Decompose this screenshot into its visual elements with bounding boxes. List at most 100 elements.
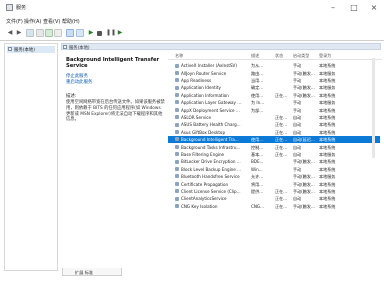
stop-service-link[interactable]: 停止此服务 bbox=[66, 74, 171, 79]
service-description-cell: 为部... bbox=[251, 107, 264, 113]
maximize-button[interactable]: □ bbox=[346, 3, 362, 13]
toolbar: ◀ ▶ ▶ ❚❚ ▶ bbox=[0, 27, 384, 39]
service-logon-cell: 本地系统 bbox=[319, 159, 336, 165]
service-row[interactable]: Application Identity 确定... 手动(触发... 本地服务 bbox=[168, 84, 380, 91]
start-service-icon[interactable]: ▶ bbox=[87, 29, 95, 37]
window-title: 服务 bbox=[16, 5, 27, 11]
service-row[interactable]: AppX Deployment Service ... 为部... 手动 本地系统 bbox=[168, 106, 380, 113]
restart-service-link[interactable]: 重启动此服务 bbox=[66, 80, 171, 85]
service-gear-icon bbox=[175, 70, 179, 75]
stop-service-icon[interactable] bbox=[97, 31, 102, 36]
column-description-header[interactable]: 描述 bbox=[251, 53, 259, 59]
service-row[interactable]: Asus GiftBox Desktop 正在... 自动 本地系统 bbox=[168, 129, 380, 136]
service-name-cell: Background Intelligent Tra... bbox=[181, 137, 239, 143]
service-gear-icon bbox=[175, 130, 179, 135]
service-description-cell: 使用... bbox=[251, 137, 264, 143]
service-description-cell: BDE... bbox=[251, 159, 264, 165]
extended-standard-tabs[interactable]: 扩展 标准 bbox=[75, 270, 93, 276]
service-name-cell: Bluetooth Handsfree Service bbox=[181, 174, 240, 180]
service-name-cell: App Readiness bbox=[181, 78, 212, 84]
column-startup-header[interactable]: 启动类型 bbox=[293, 53, 309, 59]
service-gear-icon bbox=[175, 78, 179, 83]
service-row[interactable]: Application Layer Gateway ... 为 In... 手动 本地… bbox=[168, 99, 380, 106]
service-row[interactable]: BitLocker Drive Encryption ... BDE... 手动(触… bbox=[168, 158, 380, 165]
service-description-cell: 将用... bbox=[251, 181, 264, 187]
services-header-icon bbox=[63, 45, 67, 49]
service-row[interactable]: Background Intelligent Tra... 使用... 正在... 自… bbox=[168, 135, 380, 144]
service-gear-icon bbox=[175, 137, 179, 142]
service-logon-cell: 本地系统 bbox=[319, 188, 336, 194]
service-gear-icon bbox=[175, 189, 179, 194]
service-status-cell: 正在... bbox=[275, 144, 288, 150]
forward-arrow-icon[interactable]: ▶ bbox=[15, 29, 23, 37]
service-status-cell: 正在... bbox=[275, 115, 288, 121]
service-name-cell: Base Filtering Engine bbox=[181, 151, 225, 157]
service-logon-cell: 本地系统 bbox=[319, 122, 336, 128]
view-tabs: 扩展 标准 bbox=[62, 268, 122, 276]
service-row[interactable]: Client License Service (Clip... 提供... 正在..… bbox=[168, 188, 380, 195]
menu-file[interactable]: 文件(F) bbox=[6, 18, 23, 25]
show-hide-tree-icon[interactable] bbox=[26, 29, 34, 37]
service-status-cell: 正在... bbox=[275, 196, 288, 202]
services-header-strip: 服务(本地) bbox=[61, 43, 381, 51]
help-icon[interactable] bbox=[66, 29, 74, 37]
service-startup-type-cell: 手动 bbox=[293, 78, 302, 84]
service-startup-type-cell: 手动 bbox=[293, 107, 302, 113]
vertical-scrollbar[interactable] bbox=[372, 58, 375, 158]
minimize-button[interactable]: – bbox=[325, 3, 341, 13]
service-row[interactable]: Base Filtering Engine 基本... 正在... 自动 本地服务 bbox=[168, 151, 380, 158]
service-details-pane: Background Intelligent Transfer Service … bbox=[66, 57, 171, 207]
service-row[interactable]: ActiveX Installer (AxInstSV) 为从... 手动 本地系统 bbox=[168, 62, 380, 69]
description-label: 描述: bbox=[66, 94, 77, 99]
service-name-cell: ClientAnalyticsService bbox=[181, 196, 227, 202]
service-description-cell: 控制... bbox=[251, 144, 264, 150]
back-arrow-icon[interactable]: ◀ bbox=[6, 29, 14, 37]
service-logon-cell: 本地服务 bbox=[319, 70, 336, 76]
pause-service-icon[interactable]: ❚❚ bbox=[106, 29, 116, 37]
service-row[interactable]: ASLOR Service 正在... 自动 本地系统 bbox=[168, 114, 380, 121]
service-description: 使用空闲网络带宽在后台传送文件。如果该服务被禁用，则依赖于 BITS 的任何应用… bbox=[66, 100, 165, 123]
services-app-icon bbox=[6, 4, 13, 11]
service-status-cell: 正在... bbox=[275, 151, 288, 157]
services-table-body: ActiveX Installer (AxInstSV) 为从... 手动 本地系统 A… bbox=[168, 62, 382, 210]
close-button[interactable]: × bbox=[366, 3, 382, 13]
properties-icon[interactable] bbox=[36, 29, 44, 37]
restart-service-icon[interactable]: ▶ bbox=[116, 29, 124, 37]
service-name-cell: AppX Deployment Service ... bbox=[181, 107, 240, 113]
refresh-icon[interactable] bbox=[45, 29, 53, 37]
console-tree: 服务(本地) bbox=[4, 43, 58, 271]
service-view-icon[interactable] bbox=[76, 29, 84, 37]
service-row[interactable]: Application Information 使用... 正在... 手动(触发..… bbox=[168, 92, 380, 99]
table-header: 名称 描述 状态 启动类型 登录为 bbox=[168, 51, 382, 60]
service-row[interactable]: CNG Key Isolation CNG... 正在... 手动(触发... 本地系统 bbox=[168, 202, 380, 209]
service-row[interactable]: App Readiness 当用... 手动 本地系统 bbox=[168, 77, 380, 84]
service-gear-icon bbox=[175, 144, 179, 149]
menu-help[interactable]: 帮助(H) bbox=[62, 18, 80, 25]
service-gear-icon bbox=[175, 203, 179, 208]
menu-bar: 文件(F) 操作(A) 查看(V) 帮助(H) bbox=[0, 17, 384, 25]
service-status-cell: 正在... bbox=[275, 122, 288, 128]
menu-view[interactable]: 查看(V) bbox=[43, 18, 60, 25]
selected-service-title: Background Intelligent Transfer Service bbox=[66, 57, 160, 69]
service-row[interactable]: ClientAnalyticsService 正在... 自动 本地系统 bbox=[168, 195, 380, 202]
export-list-icon[interactable] bbox=[54, 29, 62, 37]
service-name-cell: Background Tasks Infrastru... bbox=[181, 144, 241, 150]
column-logon-header[interactable]: 登录为 bbox=[319, 53, 331, 59]
service-row[interactable]: Block Level Backup Engine ... Win... 手动 本地系… bbox=[168, 165, 380, 172]
column-name-header[interactable]: 名称 bbox=[175, 53, 183, 59]
menu-action[interactable]: 操作(A) bbox=[24, 18, 41, 25]
service-description-cell: 当用... bbox=[251, 78, 264, 84]
column-status-header[interactable]: 状态 bbox=[275, 53, 283, 59]
service-row[interactable]: Certificate Propagation 将用... 手动(触发... 本地系统 bbox=[168, 180, 380, 187]
tree-item-services-local[interactable]: 服务(本地) bbox=[7, 46, 55, 53]
service-name-cell: ActiveX Installer (AxInstSV) bbox=[181, 63, 237, 69]
toolbar-divider bbox=[0, 40, 384, 41]
service-row[interactable]: Bluetooth Handsfree Service 允许... 手动(触发...… bbox=[168, 173, 380, 180]
service-description-cell: Win... bbox=[251, 166, 263, 172]
service-logon-cell: 本地系统 bbox=[319, 181, 336, 187]
service-logon-cell: 本地系统 bbox=[319, 129, 336, 135]
service-row[interactable]: AllJoyn Router Service 路由... 手动(触发... 本地服务 bbox=[168, 69, 380, 76]
service-startup-type-cell: 手动 bbox=[293, 166, 302, 172]
service-row[interactable]: ASUS Battery Health Charg... 正在... 自动 本地系统 bbox=[168, 121, 380, 128]
service-row[interactable]: Background Tasks Infrastru... 控制... 正在... 自… bbox=[168, 143, 380, 150]
